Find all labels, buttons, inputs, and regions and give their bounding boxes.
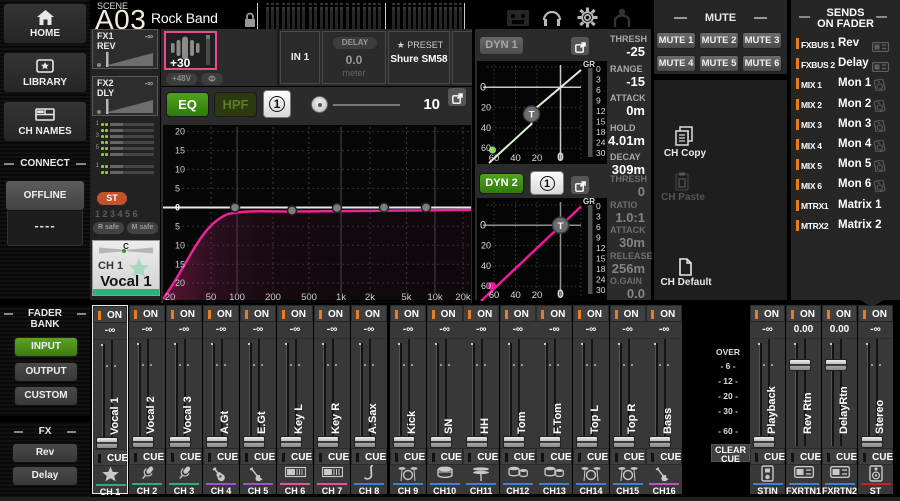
svg-text:60: 60	[489, 153, 500, 164]
svg-text:1k: 1k	[336, 292, 346, 303]
svg-text:20: 20	[481, 103, 491, 113]
svg-text:10k: 10k	[427, 292, 443, 303]
svg-text:20: 20	[175, 127, 185, 137]
svg-text:5: 5	[175, 183, 180, 193]
svg-text:20: 20	[532, 153, 543, 164]
svg-text:5k: 5k	[401, 292, 411, 303]
svg-text:10: 10	[175, 165, 185, 175]
svg-text:0: 0	[175, 202, 180, 212]
svg-text:40: 40	[481, 123, 491, 133]
svg-text:GR: GR	[583, 61, 595, 69]
svg-text:50: 50	[206, 292, 217, 303]
svg-text:500: 500	[301, 292, 317, 303]
svg-text:20: 20	[175, 278, 185, 288]
svg-text:60: 60	[481, 143, 491, 153]
svg-text:0: 0	[557, 287, 564, 301]
svg-text:20: 20	[532, 290, 543, 301]
svg-text:200: 200	[265, 292, 281, 303]
svg-text:0: 0	[596, 64, 601, 74]
svg-text:0: 0	[480, 81, 486, 93]
svg-text:2k: 2k	[365, 292, 375, 303]
svg-text:100: 100	[229, 292, 245, 303]
svg-text:15: 15	[175, 146, 185, 156]
svg-text:15: 15	[175, 259, 185, 269]
svg-text:20: 20	[165, 292, 176, 303]
svg-text:10: 10	[175, 240, 185, 250]
svg-text:GR: GR	[583, 198, 595, 206]
svg-text:0: 0	[480, 219, 486, 231]
svg-text:5: 5	[175, 221, 180, 231]
svg-text:15: 15	[596, 117, 606, 127]
svg-text:40: 40	[510, 290, 521, 301]
svg-text:T: T	[529, 110, 535, 121]
svg-text:20k: 20k	[455, 292, 471, 303]
svg-text:40: 40	[481, 261, 491, 271]
svg-text:40: 40	[510, 153, 521, 164]
svg-text:0: 0	[557, 150, 564, 164]
svg-text:T: T	[558, 221, 564, 232]
svg-text:20: 20	[481, 241, 491, 251]
svg-text:24: 24	[596, 275, 606, 285]
svg-text:60: 60	[489, 290, 500, 301]
svg-text:30: 30	[596, 148, 606, 158]
